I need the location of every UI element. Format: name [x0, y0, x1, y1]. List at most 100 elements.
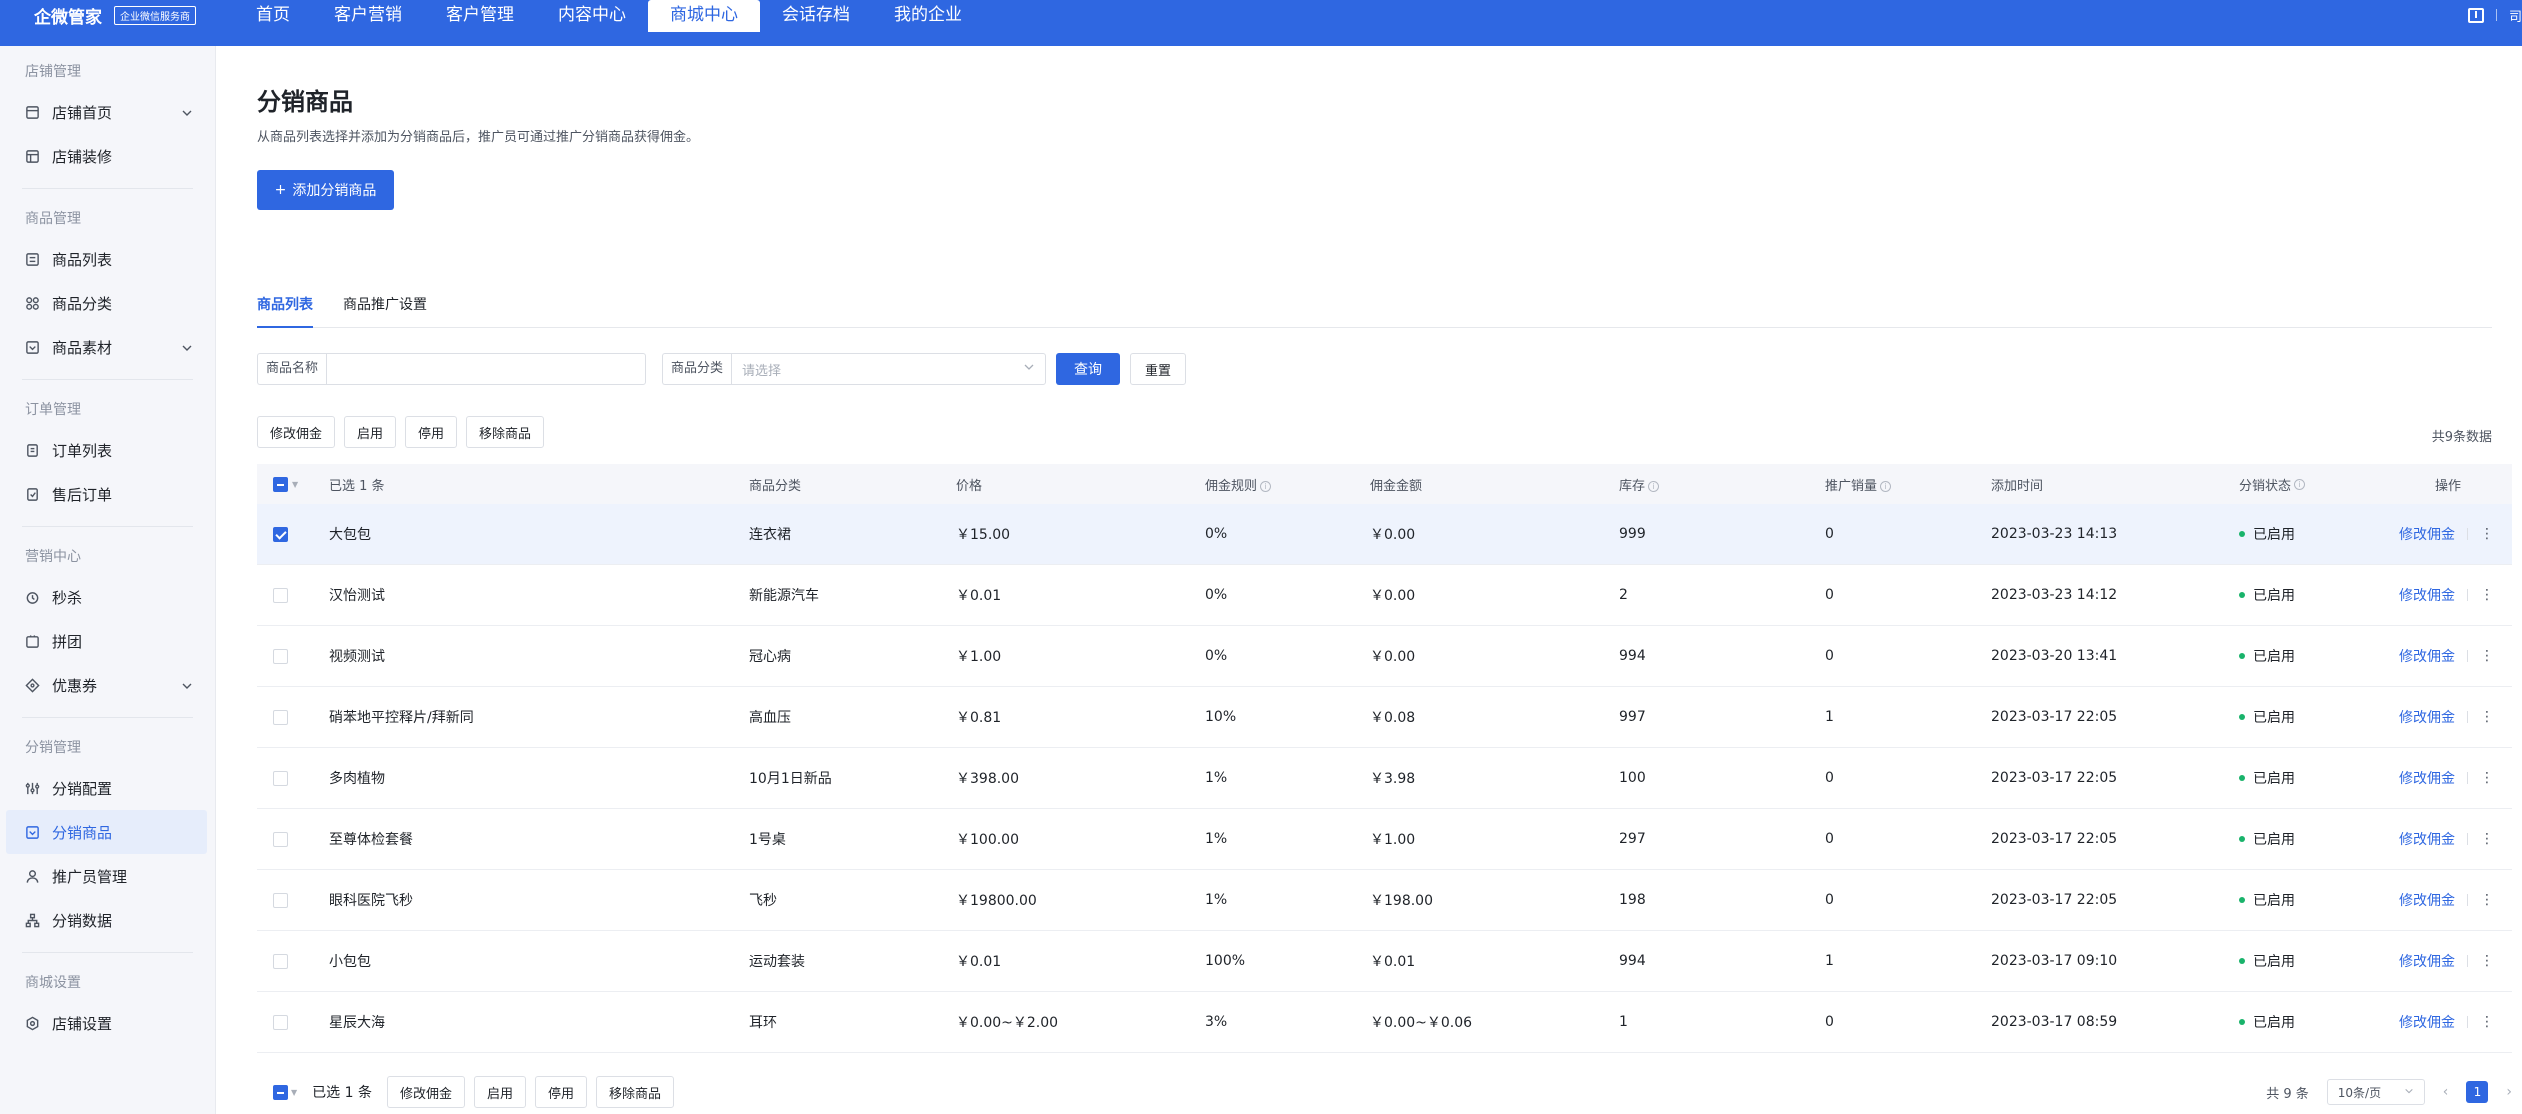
goods-category-label: 商品分类	[662, 353, 732, 385]
more-icon[interactable]: ⋮	[2480, 892, 2494, 908]
row-checkbox[interactable]	[273, 587, 288, 603]
remove-goods-button[interactable]: 移除商品	[466, 416, 545, 448]
table-row: 星辰大海 耳环 ￥0.00~￥2.00 3% ￥0.00~￥0.06 1 0 2…	[257, 992, 2512, 1053]
nav-home[interactable]: 首页	[234, 0, 312, 30]
edit-commission-link[interactable]: 修改佣金	[2399, 646, 2455, 666]
sidebar-item-after-sales[interactable]: 售后订单	[0, 472, 207, 516]
row-checkbox[interactable]	[273, 648, 288, 664]
footer-disable-button[interactable]: 停用	[535, 1076, 588, 1108]
divider	[22, 717, 193, 718]
tab-promotion-settings[interactable]: 商品推广设置	[343, 282, 427, 328]
edit-commission-link[interactable]: 修改佣金	[2399, 585, 2455, 605]
sidebar-item-flash-sale[interactable]: 秒杀	[0, 575, 207, 619]
page-size-select[interactable]: 10条/页	[2326, 1079, 2425, 1105]
edit-commission-link[interactable]: 修改佣金	[2399, 524, 2455, 544]
nav-my-enterprise[interactable]: 我的企业	[872, 0, 984, 30]
row-checkbox[interactable]	[273, 892, 288, 908]
cell-time: 2023-03-23 14:12	[1991, 587, 2118, 603]
sidebar-item-goods-list[interactable]: 商品列表	[0, 237, 207, 281]
nav-customer-marketing[interactable]: 客户营销	[312, 0, 424, 30]
sidebar-item-order-list[interactable]: 订单列表	[0, 428, 207, 472]
edit-commission-link[interactable]: 修改佣金	[2399, 1012, 2455, 1032]
page-number-current[interactable]: 1	[2466, 1081, 2489, 1103]
cell-amount: ￥3.98	[1370, 771, 1416, 787]
more-icon[interactable]: ⋮	[2480, 1014, 2494, 1030]
edit-commission-link[interactable]: 修改佣金	[2399, 707, 2455, 727]
sidebar-item-label: 分销数据	[52, 911, 113, 930]
edit-commission-link[interactable]: 修改佣金	[2399, 829, 2455, 849]
sidebar-item-distribution-config[interactable]: 分销配置	[0, 766, 207, 810]
query-button[interactable]: 查询	[1056, 353, 1121, 385]
sidebar-item-group-buy[interactable]: 拼团	[0, 619, 207, 663]
sidebar-item-distribution-data[interactable]: 分销数据	[0, 898, 207, 942]
enable-button[interactable]: 启用	[344, 416, 397, 448]
row-checkbox[interactable]	[273, 831, 288, 847]
info-icon[interactable]: i	[1880, 480, 1892, 492]
info-icon[interactable]: i	[1260, 480, 1272, 492]
brand[interactable]: 企微管家 企业微信服务商	[34, 0, 196, 30]
sidebar-item-goods-category[interactable]: 商品分类	[0, 281, 207, 325]
sidebar-item-shop-settings[interactable]: 店铺设置	[0, 1001, 207, 1045]
sidebar-item-distribution-goods[interactable]: 分销商品	[6, 810, 207, 854]
disable-button[interactable]: 停用	[405, 416, 458, 448]
sidebar-item-coupon[interactable]: 优惠券	[0, 663, 207, 707]
more-icon[interactable]: ⋮	[2480, 953, 2494, 969]
divider	[2467, 772, 2468, 784]
footer-select-all-checkbox[interactable]	[273, 1084, 288, 1100]
help-book-icon[interactable]	[2467, 7, 2484, 23]
nav-content-center[interactable]: 内容中心	[536, 0, 648, 30]
main-content: 分销商品 从商品列表选择并添加为分销商品后，推广员可通过推广分销商品获得佣金。 …	[216, 46, 2522, 1114]
sidebar-item-goods-material[interactable]: 商品素材	[0, 325, 207, 369]
nav-customer-management[interactable]: 客户管理	[424, 0, 536, 30]
sidebar-item-shop-decoration[interactable]: 店铺装修	[0, 134, 207, 178]
nav-session-archive[interactable]: 会话存档	[760, 0, 872, 30]
header-stock-label: 库存	[1619, 478, 1646, 494]
info-icon[interactable]: i	[2294, 478, 2306, 490]
status-dot	[2239, 653, 2245, 659]
status-text: 已启用	[2253, 771, 2295, 787]
cell-op: 修改佣金 ⋮	[2399, 707, 2512, 727]
caret-down-icon[interactable]: ▼	[292, 480, 298, 489]
cell-status: 已启用	[2239, 585, 2399, 605]
row-checkbox[interactable]	[273, 770, 288, 786]
footer-enable-button[interactable]: 启用	[473, 1076, 526, 1108]
cell-price: ￥1.00	[956, 649, 1002, 665]
more-icon[interactable]: ⋮	[2480, 709, 2494, 725]
more-icon[interactable]: ⋮	[2480, 831, 2494, 847]
edit-commission-link[interactable]: 修改佣金	[2399, 768, 2455, 788]
goods-name-input[interactable]	[326, 353, 647, 385]
more-icon[interactable]: ⋮	[2480, 770, 2494, 786]
prev-page-icon[interactable]: ‹	[2443, 1084, 2449, 1100]
more-icon[interactable]: ⋮	[2480, 587, 2494, 603]
tab-goods-list[interactable]: 商品列表	[257, 282, 313, 328]
edit-commission-link[interactable]: 修改佣金	[2399, 890, 2455, 910]
cell-rule: 100%	[1205, 953, 1246, 969]
user-name[interactable]: 司	[2509, 6, 2522, 25]
page-size-value: 10条/页	[2337, 1085, 2382, 1100]
add-distribution-goods-button[interactable]: + 添加分销商品	[257, 170, 394, 210]
more-icon[interactable]: ⋮	[2480, 526, 2494, 542]
cell-amount: ￥198.00	[1370, 893, 1433, 909]
caret-down-icon[interactable]: ▼	[291, 1088, 297, 1097]
row-checkbox[interactable]	[273, 953, 288, 969]
sidebar-item-shop-home[interactable]: 店铺首页	[0, 90, 207, 134]
edit-commission-button[interactable]: 修改佣金	[257, 416, 336, 448]
edit-commission-link[interactable]: 修改佣金	[2399, 951, 2455, 971]
cell-price: ￥19800.00	[956, 893, 1037, 909]
footer-remove-goods-button[interactable]: 移除商品	[596, 1076, 675, 1108]
goods-category-select[interactable]: 请选择	[731, 353, 1047, 385]
info-icon[interactable]: i	[1648, 480, 1660, 492]
sidebar-item-promoter-management[interactable]: 推广员管理	[0, 854, 207, 898]
reset-button[interactable]: 重置	[1130, 353, 1187, 385]
decoration-icon	[25, 149, 40, 164]
chevron-down-icon	[181, 340, 193, 358]
row-checkbox[interactable]	[273, 709, 288, 725]
cell-rule: 1%	[1205, 770, 1228, 786]
next-page-icon[interactable]: ›	[2506, 1084, 2512, 1100]
nav-mall-center[interactable]: 商城中心	[648, 0, 760, 32]
row-checkbox[interactable]	[273, 1014, 288, 1030]
footer-edit-commission-button[interactable]: 修改佣金	[386, 1076, 465, 1108]
row-checkbox[interactable]	[273, 526, 288, 542]
more-icon[interactable]: ⋮	[2480, 648, 2494, 664]
select-all-checkbox[interactable]	[273, 476, 288, 492]
